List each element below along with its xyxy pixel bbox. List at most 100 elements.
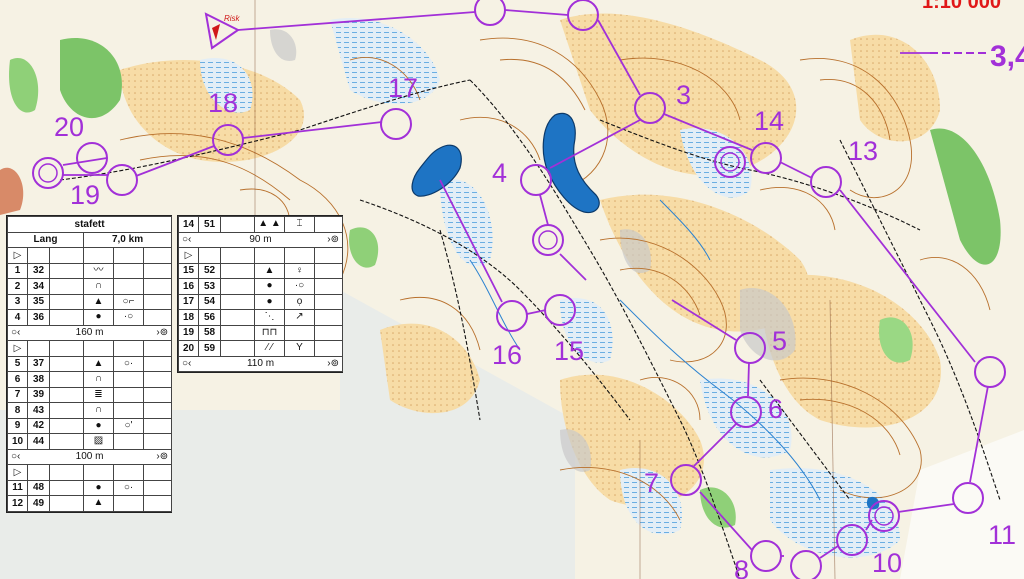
description-code: 37: [27, 355, 50, 372]
description-code: 53: [198, 278, 221, 295]
description-num: 12: [7, 495, 28, 512]
description-code: 52: [198, 262, 221, 279]
description-feature: ▲: [254, 262, 285, 279]
description-extra: [284, 324, 315, 341]
marked-route-row: ○‹ 90 m ›⊚: [178, 231, 343, 248]
description-code: 36: [27, 309, 50, 326]
map-scale-label: 1:10 000: [922, 0, 1001, 13]
description-extra: [113, 495, 144, 512]
event-title: stafett: [6, 216, 173, 233]
description-feature: ●: [83, 417, 114, 434]
description-num: 15: [178, 262, 199, 279]
control-description-row: 6 38 ∩: [7, 371, 173, 388]
description-feature: 〰: [83, 262, 114, 279]
control-description-row: 9 42 ● ○': [7, 417, 173, 434]
description-feature: ●: [83, 309, 114, 326]
description-feature: ▨: [83, 433, 114, 450]
control-number: 17: [388, 73, 418, 103]
control-description-row: 1 32 〰: [7, 262, 173, 279]
control-number: 4: [492, 158, 507, 188]
control-number: 3: [676, 80, 691, 110]
description-num: 5: [7, 355, 28, 372]
partial-course-label: 3,4: [990, 40, 1024, 73]
description-num: 11: [7, 479, 28, 496]
description-extra: [113, 278, 144, 295]
description-code: 58: [198, 324, 221, 341]
course-leg: [747, 361, 750, 397]
description-num: 10: [7, 433, 28, 450]
description-num: 7: [7, 386, 28, 403]
start-symbol: ▷: [7, 247, 28, 264]
control-number: 7: [644, 468, 659, 498]
description-extra: [113, 262, 144, 279]
control-number: 20: [54, 112, 84, 142]
description-num: 19: [178, 324, 199, 341]
control-description-row: 7 39 ≣: [7, 386, 173, 403]
description-code: 49: [27, 495, 50, 512]
description-num: 17: [178, 293, 199, 310]
description-num: 8: [7, 402, 28, 419]
description-code: 35: [27, 293, 50, 310]
description-feature: ▲: [83, 495, 114, 512]
description-extra: ○⌐: [113, 293, 144, 310]
control-description-row: 15 52 ▲ ♀: [178, 262, 343, 279]
control-number: 19: [70, 180, 100, 210]
description-feature: ▲ ▲: [254, 216, 285, 233]
control-description-row: 2 34 ∩: [7, 278, 173, 295]
control-number: 15: [554, 336, 584, 366]
control-number: 11: [988, 520, 1016, 550]
description-extra: ♀: [284, 262, 315, 279]
control-description-row: 20 59 ⁄ ⁄ Y: [178, 340, 343, 357]
control-number: 10: [872, 548, 902, 578]
description-num: 1: [7, 262, 28, 279]
control-number: 16: [492, 340, 522, 370]
description-extra: ·○: [284, 278, 315, 295]
class-name: Lang: [7, 231, 84, 248]
description-extra: [113, 433, 144, 450]
description-extra: Y: [284, 340, 315, 357]
control-description-row: 3 35 ▲ ○⌐: [7, 293, 173, 310]
description-num: 20: [178, 340, 199, 357]
control-description-row: 17 54 ● ọ: [178, 293, 343, 310]
control-description-row: 16 53 ● ·○: [178, 278, 343, 295]
description-extra: ○·: [113, 355, 144, 372]
description-num: 3: [7, 293, 28, 310]
description-code: 32: [27, 262, 50, 279]
description-code: 54: [198, 293, 221, 310]
description-feature: ⋱: [254, 309, 285, 326]
description-feature: ∩: [83, 402, 114, 419]
control-number: 13: [848, 136, 878, 166]
description-num: 18: [178, 309, 199, 326]
start-symbol: ▷: [178, 247, 199, 264]
description-feature: ∩: [83, 371, 114, 388]
control-description-row: 19 58 ⊓⊓: [178, 324, 343, 341]
description-extra: ọ: [284, 293, 315, 310]
description-num: 16: [178, 278, 199, 295]
description-extra: [113, 386, 144, 403]
start-symbol: ▷: [7, 340, 28, 357]
description-extra: ○': [113, 417, 144, 434]
description-num: 4: [7, 309, 28, 326]
control-description-row: 8 43 ∩: [7, 402, 173, 419]
description-feature: ▲: [83, 355, 114, 372]
marked-route-row: ○‹ 110 m ›⊚: [178, 355, 343, 372]
description-extra: [113, 402, 144, 419]
control-description-row: 10 44 ▨: [7, 433, 173, 450]
description-feature: ⊓⊓: [254, 324, 285, 341]
description-num: 6: [7, 371, 28, 388]
description-extra: [113, 371, 144, 388]
description-code: 51: [198, 216, 221, 233]
control-number: 6: [768, 394, 783, 424]
description-feature: ●: [83, 479, 114, 496]
description-num: 2: [7, 278, 28, 295]
description-code: 43: [27, 402, 50, 419]
description-num: 14: [178, 216, 199, 233]
description-code: 56: [198, 309, 221, 326]
control-description-row: 11 48 ● ○·: [7, 479, 173, 496]
control-description-row: 4 36 ● ·○: [7, 309, 173, 326]
control-description-row: 18 56 ⋱ ↗: [178, 309, 343, 326]
description-code: 44: [27, 433, 50, 450]
description-code: 48: [27, 479, 50, 496]
control-number: 8: [734, 555, 749, 579]
marked-route-row: ○‹ 100 m ›⊚: [6, 448, 173, 465]
